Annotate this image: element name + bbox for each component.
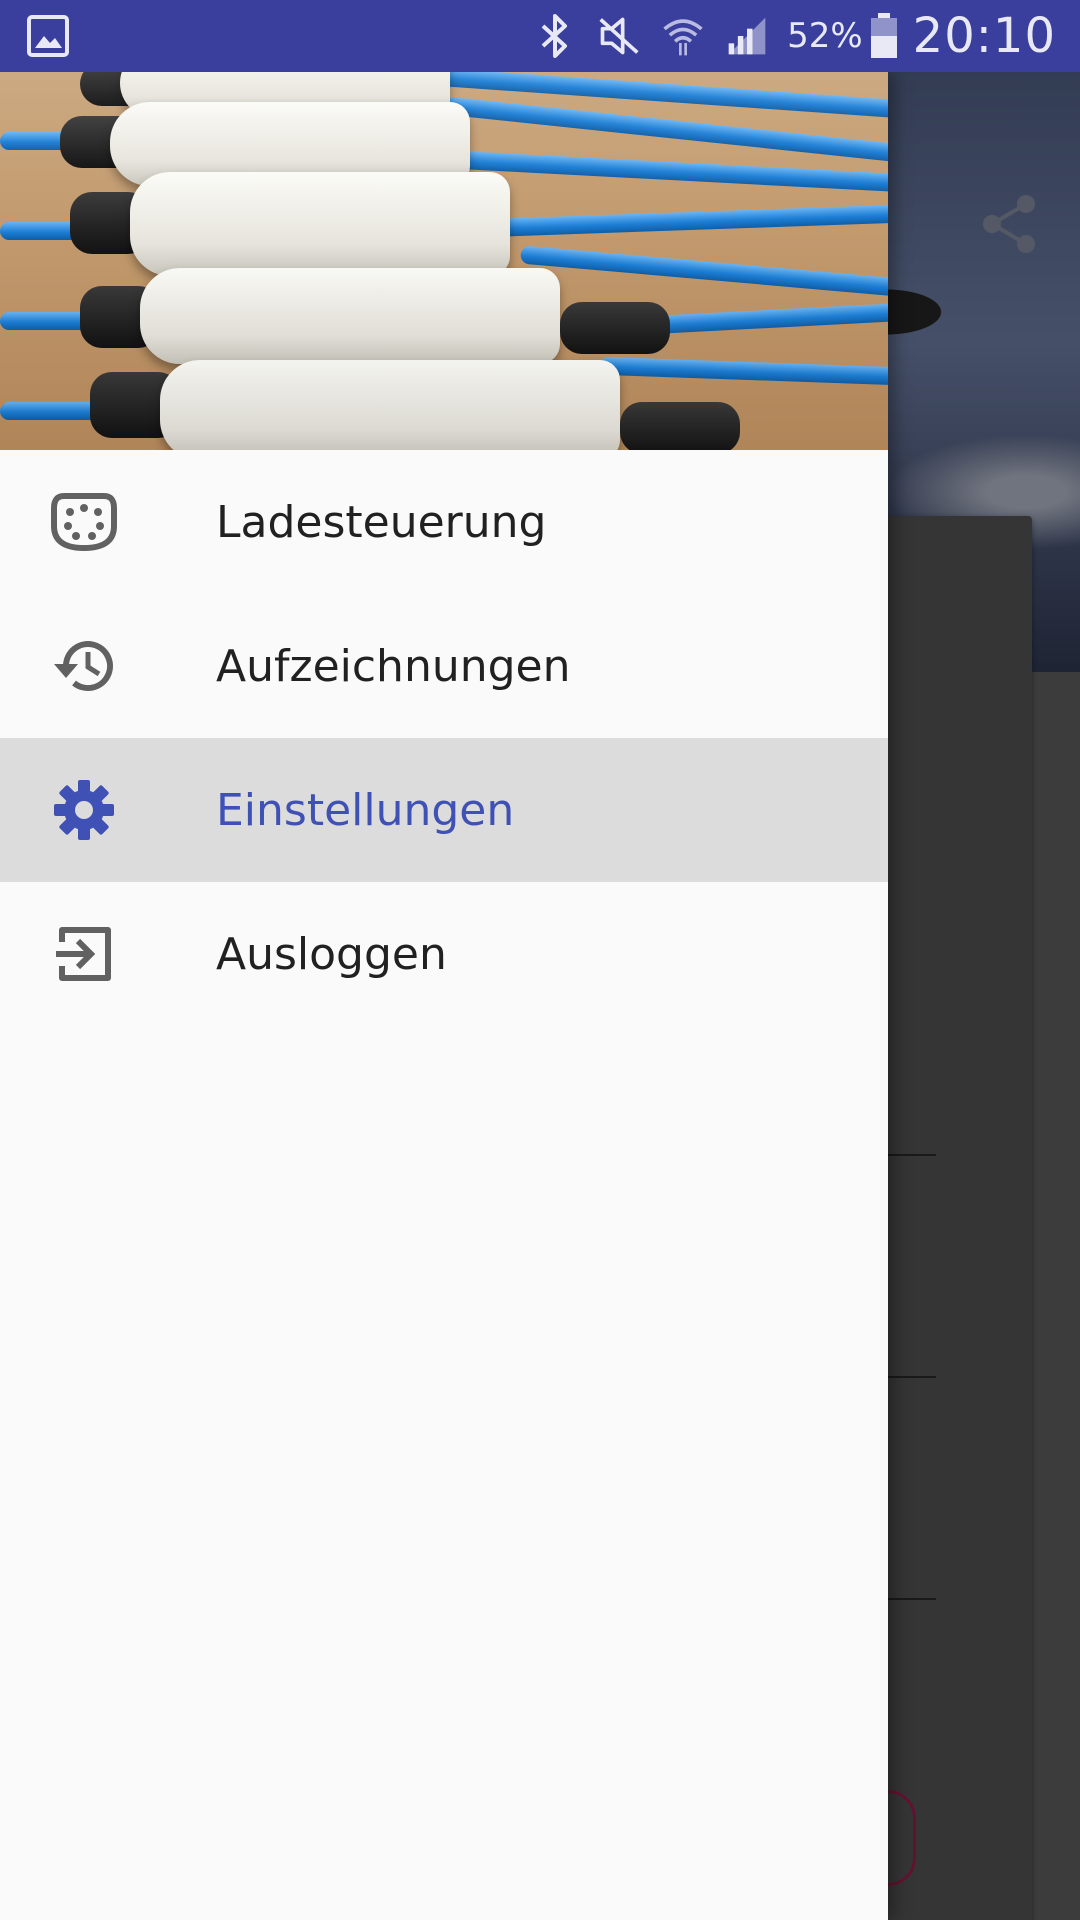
gallery-icon — [26, 14, 70, 58]
history-icon — [50, 632, 118, 700]
menu-item-einstellungen[interactable]: Einstellungen — [0, 738, 888, 882]
menu-item-label: Ladesteuerung — [216, 496, 547, 548]
battery-percent: 52% — [787, 16, 863, 56]
menu-item-aufzeichnungen[interactable]: Aufzeichnungen — [0, 594, 888, 738]
menu-item-label: Einstellungen — [216, 784, 515, 836]
menu-item-label: Aufzeichnungen — [216, 640, 571, 692]
screen: 52% 20:10 Ladesteuerung Aufzeichnungen E… — [0, 0, 1080, 1920]
wifi-icon — [661, 14, 705, 58]
gear-icon — [50, 776, 118, 844]
drawer-header-image — [0, 72, 888, 450]
mute-icon — [597, 14, 641, 58]
status-bar: 52% 20:10 — [0, 0, 1080, 72]
logout-icon — [50, 920, 118, 988]
clock: 20:10 — [912, 8, 1056, 64]
bluetooth-icon — [533, 14, 577, 58]
signal-icon — [725, 14, 769, 58]
drawer-menu: Ladesteuerung Aufzeichnungen Einstellung… — [0, 450, 888, 1026]
menu-item-ausloggen[interactable]: Ausloggen — [0, 882, 888, 1026]
connector-icon — [50, 488, 118, 556]
navigation-drawer: Ladesteuerung Aufzeichnungen Einstellung… — [0, 72, 888, 1920]
battery-icon — [869, 13, 899, 58]
menu-item-label: Ausloggen — [216, 928, 447, 980]
menu-item-ladesteuerung[interactable]: Ladesteuerung — [0, 450, 888, 594]
